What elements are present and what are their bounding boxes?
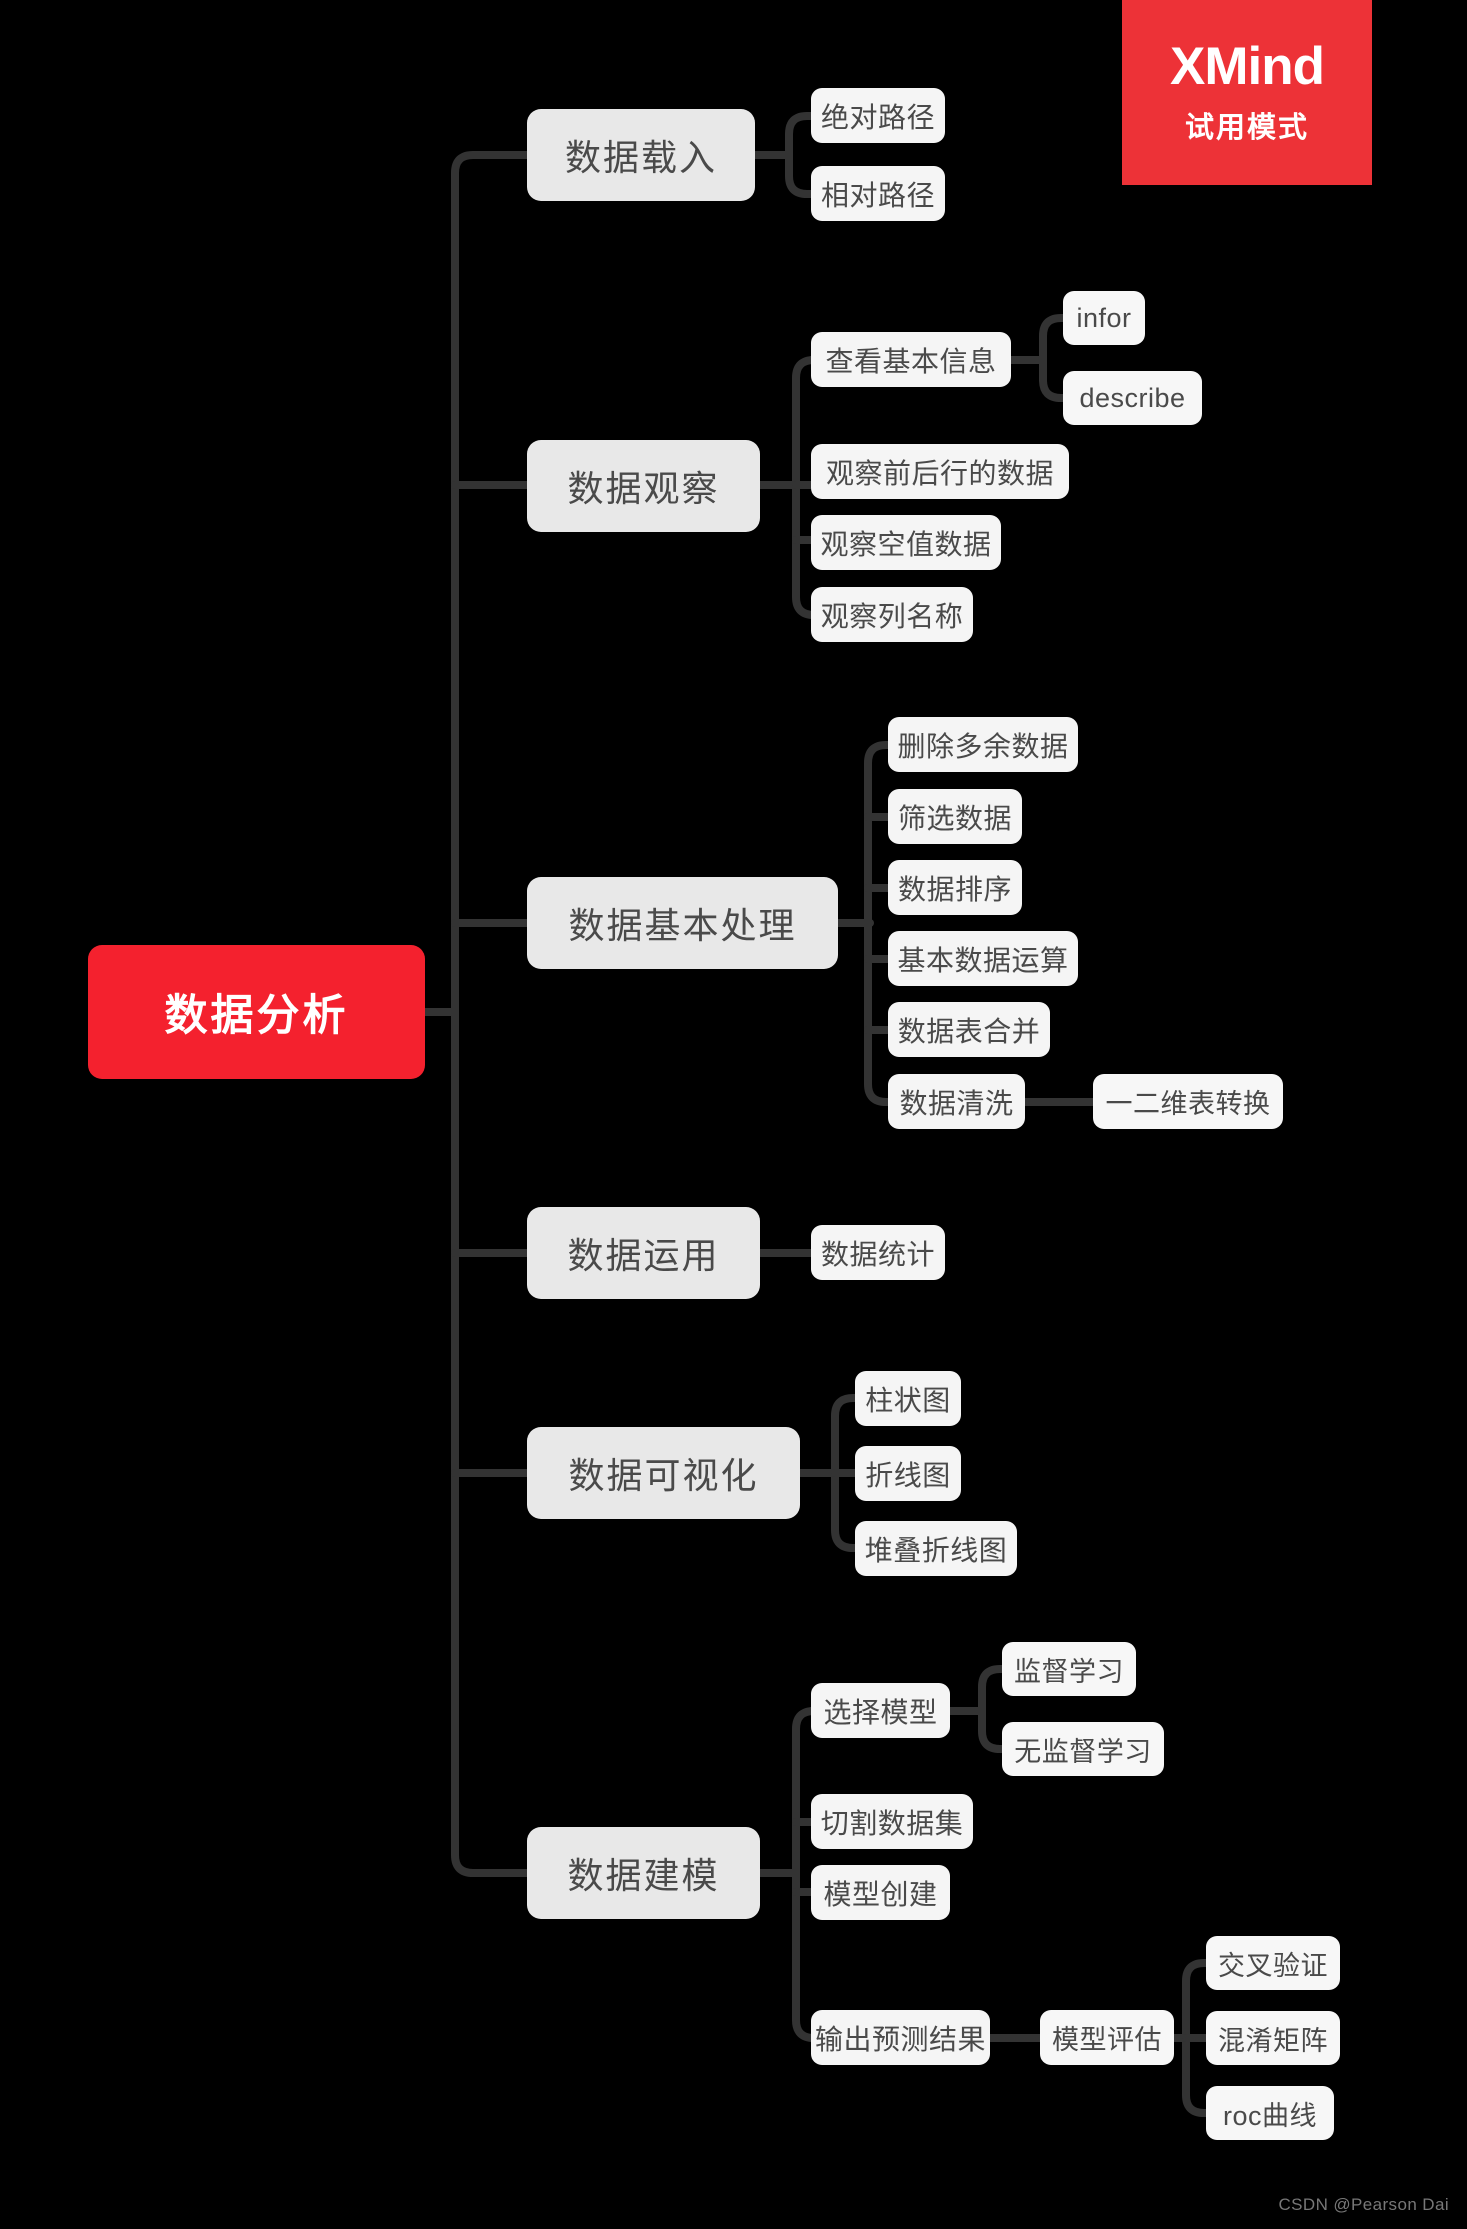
topic-node-label: 观察列名称: [820, 600, 964, 632]
topic-node-line-chart[interactable]: 折线图: [855, 1446, 961, 1501]
root-node-label: 数据分析: [164, 992, 349, 1040]
topic-node-data-cleaning[interactable]: 数据清洗: [888, 1074, 1025, 1129]
topic-node-output-predictions[interactable]: 输出预测结果: [811, 2010, 990, 2065]
mindmap-canvas: 数据分析 数据载入 绝对路径 相对路径 数据观察 查看基本信息 infor de…: [0, 0, 1467, 2229]
topic-node-label: 混淆矩阵: [1218, 2025, 1328, 2056]
root-node[interactable]: 数据分析: [88, 945, 425, 1079]
topic-node-label: 交叉验证: [1218, 1950, 1328, 1981]
xmind-trial-badge: XMind 试用模式: [1122, 0, 1372, 185]
topic-node-label: roc曲线: [1222, 2100, 1317, 2131]
branch-node-label: 数据建模: [567, 1855, 720, 1896]
topic-node-label: 模型创建: [823, 1878, 938, 1910]
topic-node-label: 无监督学习: [1014, 1736, 1152, 1767]
branch-node-data-application[interactable]: 数据运用: [527, 1207, 760, 1299]
topic-node-sort-data[interactable]: 数据排序: [888, 860, 1022, 915]
topic-node-table-reshape[interactable]: 一二维表转换: [1093, 1074, 1283, 1129]
topic-node-infor[interactable]: infor: [1063, 291, 1145, 345]
topic-node-select-model[interactable]: 选择模型: [811, 1683, 950, 1738]
topic-node-split-dataset[interactable]: 切割数据集: [811, 1794, 973, 1849]
topic-node-label: 观察空值数据: [820, 528, 992, 560]
topic-node-observe-null-values[interactable]: 观察空值数据: [811, 515, 1001, 570]
topic-node-observe-head-tail-rows[interactable]: 观察前后行的数据: [811, 444, 1069, 499]
topic-node-remove-redundant-data[interactable]: 删除多余数据: [888, 717, 1078, 772]
xmind-badge-title: XMind: [1170, 36, 1325, 96]
branch-node-label: 数据载入: [564, 137, 717, 178]
topic-node-label: 数据表合并: [897, 1015, 1041, 1047]
topic-node-label: 观察前后行的数据: [825, 457, 1054, 489]
topic-node-label: 堆叠折线图: [864, 1534, 1008, 1566]
topic-node-stacked-line-chart[interactable]: 堆叠折线图: [855, 1521, 1017, 1576]
topic-node-label: 绝对路径: [820, 101, 935, 133]
topic-node-label: 模型评估: [1052, 2025, 1162, 2055]
branch-node-label: 数据运用: [567, 1235, 720, 1276]
topic-node-label: 选择模型: [823, 1696, 938, 1728]
topic-node-cross-validation[interactable]: 交叉验证: [1206, 1936, 1340, 1990]
topic-node-label: 删除多余数据: [897, 730, 1069, 762]
topic-node-supervised-learning[interactable]: 监督学习: [1002, 1642, 1136, 1696]
topic-node-label: 数据统计: [820, 1238, 935, 1270]
topic-node-label: 切割数据集: [820, 1807, 964, 1839]
topic-node-label: 相对路径: [820, 179, 935, 211]
topic-node-label: 基本数据运算: [897, 944, 1069, 976]
topic-node-label: 柱状图: [865, 1384, 951, 1416]
branch-node-data-observation[interactable]: 数据观察: [527, 440, 760, 532]
topic-node-basic-data-arithmetic[interactable]: 基本数据运算: [888, 931, 1078, 986]
topic-node-filter-data[interactable]: 筛选数据: [888, 789, 1022, 844]
branch-node-label: 数据基本处理: [568, 905, 797, 946]
topic-node-build-model[interactable]: 模型创建: [811, 1865, 950, 1920]
topic-node-view-basic-info[interactable]: 查看基本信息: [811, 332, 1011, 387]
topic-node-label: 查看基本信息: [825, 345, 997, 377]
topic-node-label: 筛选数据: [897, 802, 1012, 834]
topic-node-label: describe: [1079, 382, 1186, 413]
topic-node-statistics[interactable]: 数据统计: [811, 1225, 945, 1280]
topic-node-describe[interactable]: describe: [1063, 371, 1202, 425]
topic-node-confusion-matrix[interactable]: 混淆矩阵: [1206, 2011, 1340, 2065]
topic-node-merge-tables[interactable]: 数据表合并: [888, 1002, 1050, 1057]
branch-node-label: 数据可视化: [568, 1455, 759, 1496]
topic-node-label: 监督学习: [1014, 1656, 1124, 1687]
topic-node-label: 一二维表转换: [1105, 1089, 1271, 1119]
topic-node-absolute-path[interactable]: 绝对路径: [811, 88, 945, 143]
topic-node-roc-curve[interactable]: roc曲线: [1206, 2086, 1334, 2140]
topic-node-model-evaluation[interactable]: 模型评估: [1040, 2010, 1174, 2065]
topic-node-label: 输出预测结果: [814, 2023, 986, 2055]
topic-node-bar-chart[interactable]: 柱状图: [855, 1371, 961, 1426]
branch-node-data-loading[interactable]: 数据载入: [527, 109, 755, 201]
topic-node-label: 数据清洗: [899, 1087, 1014, 1119]
topic-node-label: 数据排序: [897, 873, 1012, 905]
topic-node-unsupervised-learning[interactable]: 无监督学习: [1002, 1722, 1164, 1776]
xmind-badge-subtitle: 试用模式: [1184, 112, 1309, 145]
topic-node-label: 折线图: [865, 1459, 951, 1491]
csdn-watermark: CSDN @Pearson Dai: [1278, 2195, 1449, 2214]
branch-node-modeling[interactable]: 数据建模: [527, 1827, 760, 1919]
topic-node-label: infor: [1076, 302, 1132, 333]
branch-node-label: 数据观察: [567, 468, 720, 509]
topic-node-observe-column-names[interactable]: 观察列名称: [811, 587, 973, 642]
topic-node-relative-path[interactable]: 相对路径: [811, 166, 945, 221]
branch-node-basic-processing[interactable]: 数据基本处理: [527, 877, 838, 969]
branch-node-visualization[interactable]: 数据可视化: [527, 1427, 800, 1519]
